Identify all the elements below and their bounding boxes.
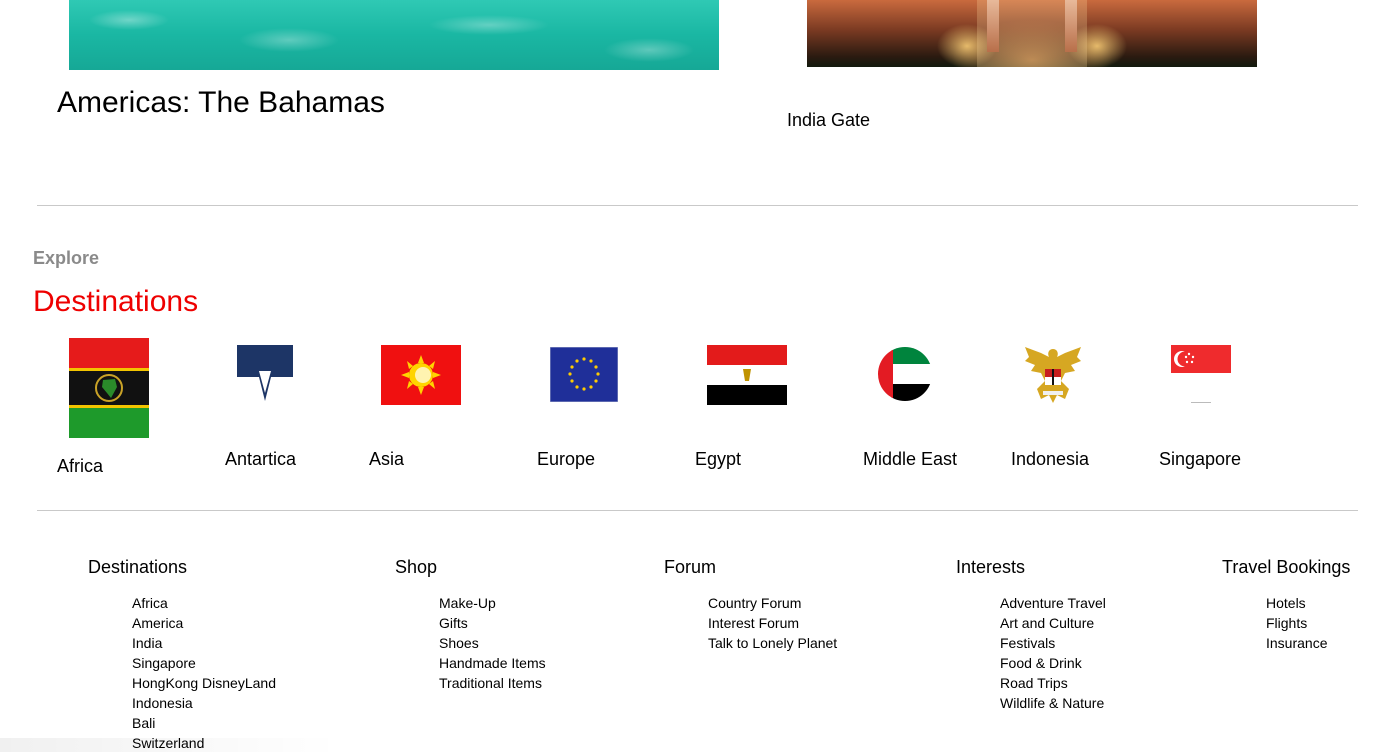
india-gate-caption[interactable]: India Gate (787, 110, 870, 131)
asia-sun-flag-icon[interactable] (381, 345, 461, 405)
footer-link[interactable]: Interest Forum (708, 613, 837, 633)
gate-pillar (987, 0, 999, 52)
footer-heading-shop: Shop (395, 557, 438, 577)
garuda-emblem-icon[interactable] (1021, 343, 1085, 407)
footer-link[interactable]: Singapore (132, 653, 276, 673)
footer-link[interactable]: Traditional Items (439, 673, 546, 693)
footer-link[interactable]: Hotels (1266, 593, 1327, 613)
flag-label-asia[interactable]: Asia (369, 449, 404, 470)
section-divider (37, 205, 1358, 206)
footer-link[interactable]: Gifts (439, 613, 546, 633)
footer-heading-interests: Interests (956, 557, 1026, 577)
footer-link[interactable]: Wildlife & Nature (1000, 693, 1106, 713)
flag-label-antartica[interactable]: Antartica (225, 449, 296, 470)
footer-list-shop: Make-Up Gifts Shoes Handmade Items Tradi… (439, 593, 546, 693)
european-union-flag-icon[interactable] (550, 347, 618, 402)
explore-kicker: Explore (33, 248, 100, 268)
footer-link[interactable]: Talk to Lonely Planet (708, 633, 837, 653)
singapore-flag-icon[interactable] (1171, 345, 1231, 407)
footer-list-interests: Adventure Travel Art and Culture Festiva… (1000, 593, 1106, 713)
footer-list-destinations: Africa America India Singapore HongKong … (132, 593, 276, 753)
gate-pillar (1065, 0, 1077, 52)
uae-flag-icon[interactable] (877, 346, 933, 402)
flag-label-europe[interactable]: Europe (537, 449, 595, 470)
footer-heading-travel-bookings: Travel Bookings (1222, 557, 1351, 577)
footer-link[interactable]: India (132, 633, 276, 653)
footer-list-forum: Country Forum Interest Forum Talk to Lon… (708, 593, 837, 653)
footer-link[interactable]: Art and Culture (1000, 613, 1106, 633)
footer-divider (37, 510, 1358, 511)
footer-heading-forum: Forum (664, 557, 717, 577)
african-union-flag-icon[interactable] (69, 338, 149, 438)
footer-link[interactable]: Country Forum (708, 593, 837, 613)
flag-label-singapore[interactable]: Singapore (1159, 449, 1241, 470)
antarctica-flag-icon[interactable] (237, 345, 293, 403)
flag-label-indonesia[interactable]: Indonesia (1011, 449, 1089, 470)
footer-link[interactable]: Africa (132, 593, 276, 613)
egypt-flag-icon[interactable] (707, 345, 787, 405)
footer-link[interactable]: Bali (132, 713, 276, 733)
footer-link[interactable]: Make-Up (439, 593, 546, 613)
destinations-heading: Destinations (33, 285, 199, 318)
footer-link[interactable]: Indonesia (132, 693, 276, 713)
footer-link[interactable]: Insurance (1266, 633, 1327, 653)
india-gate-feature-image[interactable] (807, 0, 1257, 67)
footer-link[interactable]: Flights (1266, 613, 1327, 633)
footer-link[interactable]: Food & Drink (1000, 653, 1106, 673)
footer-link[interactable]: HongKong DisneyLand (132, 673, 276, 693)
footer-link[interactable]: America (132, 613, 276, 633)
footer-heading-destinations: Destinations (88, 557, 188, 577)
bottom-shadow (0, 738, 340, 752)
footer-link[interactable]: Handmade Items (439, 653, 546, 673)
footer-link[interactable]: Festivals (1000, 633, 1106, 653)
footer-link[interactable]: Road Trips (1000, 673, 1106, 693)
flag-label-middle-east[interactable]: Middle East (863, 449, 957, 470)
bahamas-feature-image[interactable] (69, 0, 719, 70)
footer-link[interactable]: Shoes (439, 633, 546, 653)
footer-list-travel-bookings: Hotels Flights Insurance (1266, 593, 1327, 653)
bahamas-feature-title[interactable]: Americas: The Bahamas (57, 86, 385, 120)
flag-label-africa[interactable]: Africa (57, 456, 103, 477)
footer-link[interactable]: Adventure Travel (1000, 593, 1106, 613)
flag-label-egypt[interactable]: Egypt (695, 449, 741, 470)
